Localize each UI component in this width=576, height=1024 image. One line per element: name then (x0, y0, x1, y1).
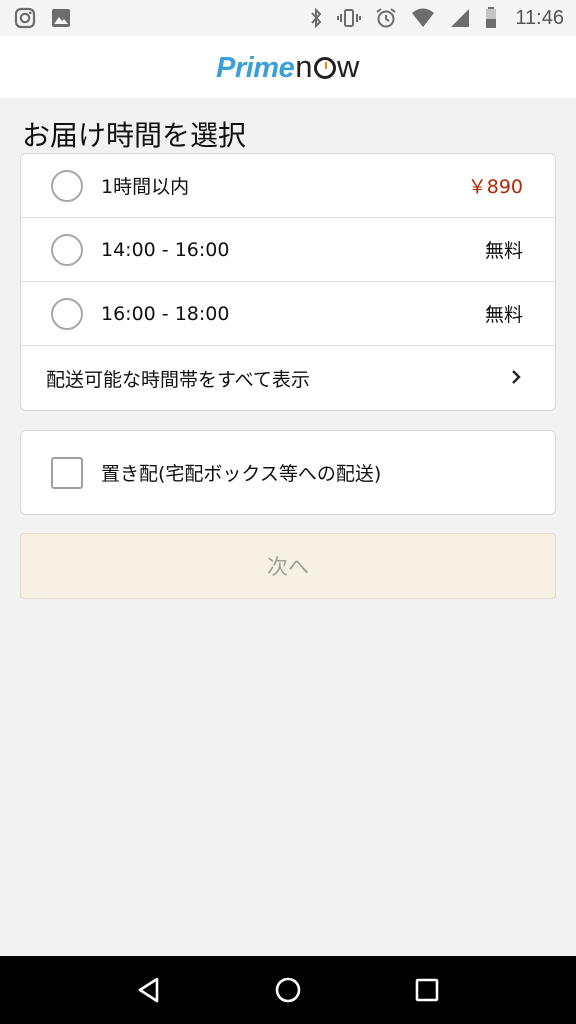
slot-price: 無料 (484, 240, 523, 262)
vibrate-icon (337, 7, 362, 29)
wifi-icon (411, 7, 435, 29)
radio-button[interactable] (51, 297, 83, 330)
page-title: お届け時間を選択 (22, 119, 247, 152)
image-icon (50, 7, 72, 29)
clock-o-icon (313, 57, 336, 79)
signal-icon (449, 7, 471, 29)
show-all-label: 配送可能な時間帯をすべて表示 (46, 368, 310, 391)
slot-option-1600[interactable]: 16:00 - 18:00 無料 (21, 282, 555, 346)
slot-price: 無料 (484, 304, 523, 326)
next-button[interactable]: 次へ (20, 533, 556, 599)
recents-icon[interactable] (397, 960, 457, 1020)
slot-time-label: 14:00 - 16:00 (101, 238, 230, 261)
unattended-delivery-card: 置き配(宅配ボックス等への配送) (20, 430, 556, 515)
logo-now-text: nw (295, 49, 360, 84)
radio-button[interactable] (51, 169, 83, 202)
home-icon[interactable] (258, 960, 318, 1020)
slot-price: ￥890 (467, 176, 523, 198)
alarm-icon (375, 7, 397, 29)
logo-prime-text: Prime (216, 52, 295, 84)
slot-time-label: 1時間以内 (101, 176, 190, 198)
back-icon[interactable] (119, 960, 179, 1020)
unattended-checkbox[interactable] (51, 456, 83, 489)
status-bar: 11:46 (0, 0, 576, 36)
battery-icon (485, 7, 497, 29)
bluetooth-icon (309, 7, 323, 29)
app-header: Prime nw (0, 36, 576, 98)
unattended-label: 置き配(宅配ボックス等への配送) (101, 463, 382, 485)
unattended-delivery-option[interactable]: 置き配(宅配ボックス等への配送) (21, 431, 555, 514)
slot-time-label: 16:00 - 18:00 (101, 302, 230, 325)
slot-option-1h[interactable]: 1時間以内 ￥890 (21, 154, 555, 218)
delivery-slot-list: 1時間以内 ￥890 14:00 - 16:00 無料 16:00 - 18:0… (20, 153, 556, 411)
system-nav-bar (0, 956, 576, 1024)
instagram-icon (14, 7, 36, 29)
slot-option-1400[interactable]: 14:00 - 16:00 無料 (21, 218, 555, 282)
clock-time: 11:46 (515, 6, 564, 29)
show-all-slots-link[interactable]: 配送可能な時間帯をすべて表示 (21, 346, 555, 410)
prime-now-logo[interactable]: Prime nw (216, 49, 360, 85)
chevron-right-icon (509, 369, 523, 388)
radio-button[interactable] (51, 233, 83, 266)
